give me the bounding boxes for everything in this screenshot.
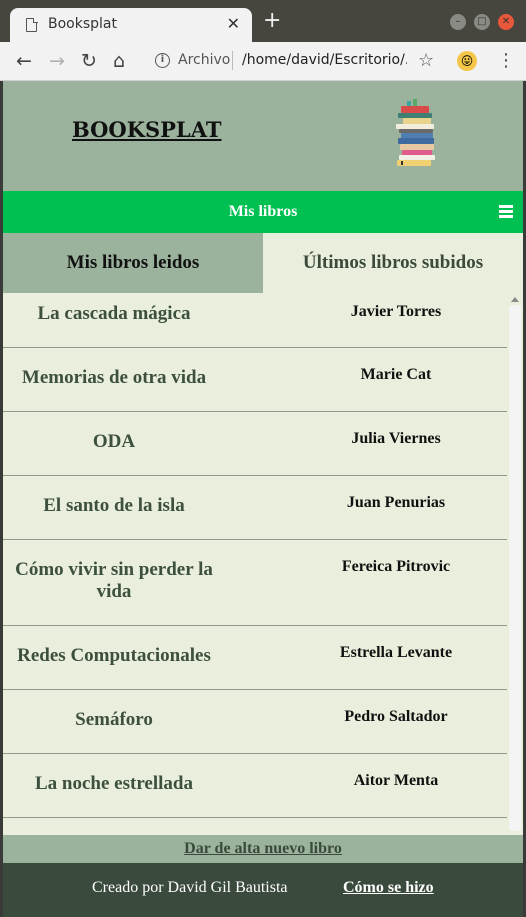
list-item[interactable]: Semáforo Pedro Saltador [3, 690, 507, 754]
close-icon: ✕ [501, 16, 511, 27]
list-item[interactable] [3, 818, 507, 835]
scrollbar-thumb[interactable] [509, 305, 521, 831]
back-arrow-icon[interactable]: ← [16, 50, 32, 72]
book-list: La cascada mágica Javier Torres Memorias… [3, 293, 507, 835]
book-title[interactable]: Redes Computacionales [3, 645, 225, 667]
extension-emoji-icon[interactable]: 😛 [457, 51, 477, 71]
page: BOOKSPLAT Mis libros Mis libros leidos Ú… [3, 81, 523, 917]
browser-menu-icon[interactable]: ⋮ [497, 49, 515, 73]
stack-of-books-icon [396, 99, 435, 166]
close-tab-icon[interactable]: ✕ [227, 14, 240, 33]
url-scheme: Archivo [178, 52, 231, 68]
how-it-was-made-link[interactable]: Cómo se hizo [343, 879, 434, 897]
book-author: Marie Cat [360, 366, 432, 383]
list-item[interactable]: ODA Julia Viernes [3, 412, 507, 476]
maximize-icon: □ [477, 16, 487, 27]
book-title[interactable]: La noche estrellada [3, 773, 225, 795]
reload-icon[interactable]: ↻ [81, 50, 97, 72]
minimize-button[interactable]: – [449, 14, 466, 30]
new-tab-button[interactable]: + [263, 10, 281, 32]
page-icon [26, 17, 38, 32]
window-controls: – □ ✕ [447, 14, 514, 33]
book-title[interactable]: Memorias de otra vida [3, 367, 225, 389]
bookmark-star-icon[interactable]: ☆ [418, 50, 434, 71]
url-separator [232, 51, 233, 70]
tab-mis-libros-leidos[interactable]: Mis libros leidos [3, 233, 263, 293]
list-item[interactable]: Cómo vivir sin perder la vida Fereica Pi… [3, 540, 507, 626]
site-title[interactable]: BOOKSPLAT [72, 117, 221, 142]
scroll-up-arrow-icon[interactable] [511, 297, 519, 302]
list-item[interactable]: Redes Computacionales Estrella Levante [3, 626, 507, 690]
book-author: Julia Viernes [351, 430, 441, 447]
add-book-link[interactable]: Dar de alta nuevo libro [184, 840, 342, 857]
browser-tab[interactable]: Booksplat ✕ [10, 8, 252, 42]
book-author: Estrella Levante [339, 644, 453, 661]
tab-title: Booksplat [48, 16, 117, 32]
maximize-button[interactable]: □ [473, 14, 490, 30]
book-title[interactable]: Semáforo [3, 709, 225, 731]
forward-arrow-icon[interactable]: → [49, 50, 65, 72]
navbar: Mis libros [3, 191, 523, 233]
footer-credit: Creado por David Gil Bautista [92, 879, 288, 896]
book-author: Fereica Pitrovic [341, 558, 451, 575]
list-item[interactable]: La noche estrellada Aitor Menta [3, 754, 507, 818]
home-icon[interactable]: ⌂ [113, 50, 125, 72]
list-item[interactable]: El santo de la isla Juan Penurias [3, 476, 507, 540]
footer: Creado por David Gil Bautista Cómo se hi… [3, 863, 523, 917]
book-title[interactable]: La cascada mágica [3, 303, 225, 325]
list-item[interactable]: Memorias de otra vida Marie Cat [3, 348, 507, 412]
book-tabs: Mis libros leidos Últimos libros subidos [3, 233, 523, 293]
book-title[interactable]: El santo de la isla [3, 495, 225, 517]
book-author: Aitor Menta [353, 772, 439, 789]
site-header: BOOKSPLAT [3, 81, 523, 191]
minimize-icon: – [455, 16, 461, 27]
list-item[interactable]: La cascada mágica Javier Torres [3, 293, 507, 348]
book-author: Pedro Saltador [344, 708, 448, 725]
browser-toolbar: ← → ↻ ⌂ i Archivo /home/david/Escritorio… [0, 42, 526, 81]
book-author: Juan Penurias [346, 494, 446, 511]
book-title[interactable]: ODA [3, 431, 225, 453]
close-window-button[interactable]: ✕ [498, 14, 514, 30]
browser-titlebar: Booksplat ✕ + – □ ✕ [0, 0, 526, 42]
info-icon[interactable]: i [155, 53, 170, 68]
book-author: Javier Torres [350, 303, 442, 320]
tab-ultimos-libros-subidos[interactable]: Últimos libros subidos [263, 233, 523, 293]
nav-title: Mis libros [228, 203, 298, 220]
hamburger-icon[interactable] [499, 205, 513, 220]
list-scrollbar[interactable] [507, 293, 523, 835]
add-book-bar: Dar de alta nuevo libro [3, 835, 523, 863]
address-bar[interactable]: /home/david/Escritorio/... [242, 52, 407, 68]
book-title[interactable]: Cómo vivir sin perder la vida [3, 559, 225, 603]
